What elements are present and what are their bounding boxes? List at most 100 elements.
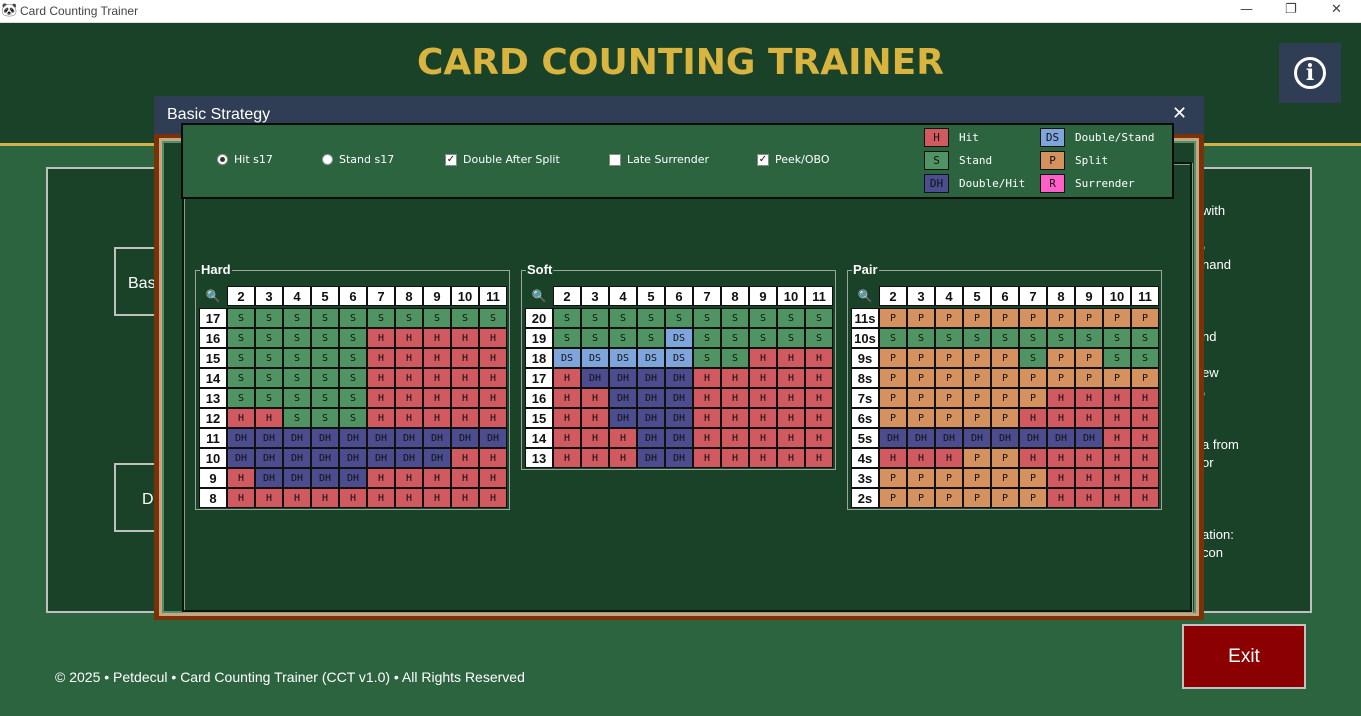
strategy-cell: S	[1131, 328, 1159, 348]
strategy-cell: P	[991, 468, 1019, 488]
legend-label: Split	[1075, 154, 1109, 167]
option-peek-obo[interactable]: ✓ Peek/OBO	[757, 153, 830, 166]
dealer-card-header: 6	[339, 286, 367, 306]
dealer-card-header: 3	[907, 286, 935, 306]
option-label: Peek/OBO	[775, 153, 830, 166]
strategy-cell: S	[255, 388, 283, 408]
strategy-cell: H	[553, 428, 581, 448]
strategy-cell: H	[1047, 448, 1075, 468]
table-row: 2s P P P P P P H H H H	[851, 488, 1159, 508]
radio-button[interactable]	[322, 154, 333, 165]
strategy-cell: P	[1047, 348, 1075, 368]
strategy-cell: DH	[665, 408, 693, 428]
strategy-cell: H	[1103, 408, 1131, 428]
strategy-cell: H	[693, 428, 721, 448]
strategy-cell: H	[1131, 388, 1159, 408]
table-row: 8s P P P P P P P P P P	[851, 368, 1159, 388]
strategy-cell: H	[1131, 428, 1159, 448]
strategy-cell: DH	[609, 408, 637, 428]
option-stand-s17[interactable]: Stand s17	[322, 153, 394, 166]
strategy-cell: DH	[609, 388, 637, 408]
strategy-cell: P	[879, 368, 907, 388]
dialog-close-button[interactable]: ✕	[1172, 104, 1187, 124]
strategy-cell: H	[227, 468, 255, 488]
option-hit-s17[interactable]: Hit s17	[217, 153, 273, 166]
strategy-cell: DH	[311, 428, 339, 448]
minimize-button[interactable]: —	[1240, 2, 1253, 17]
strategy-cell: S	[1103, 328, 1131, 348]
player-hand-label: 16	[525, 388, 553, 408]
strategy-cell: P	[907, 348, 935, 368]
player-hand-label: 7s	[851, 388, 879, 408]
checkbox[interactable]	[609, 153, 621, 166]
strategy-cell: H	[777, 448, 805, 468]
strategy-cell: S	[805, 308, 833, 328]
strategy-cell: DH	[283, 448, 311, 468]
strategy-cell: H	[721, 408, 749, 428]
strategy-cell: H	[1075, 468, 1103, 488]
strategy-cell: P	[935, 368, 963, 388]
checkbox[interactable]: ✓	[757, 153, 769, 166]
radio-button[interactable]	[217, 154, 228, 165]
strategy-cell: DH	[991, 428, 1019, 448]
window-close-button[interactable]: ✕	[1331, 2, 1342, 17]
strategy-cell: DS	[637, 348, 665, 368]
dealer-header-row: 🔍 2 3 4 5 6 7 8 9 10 11	[199, 286, 507, 306]
legend-swatch: R	[1040, 174, 1065, 193]
zoom-icon[interactable]: 🔍	[851, 286, 879, 306]
strategy-cell: H	[805, 348, 833, 368]
strategy-cell: H	[423, 488, 451, 508]
strategy-cell: P	[991, 448, 1019, 468]
legend-swatch: P	[1040, 151, 1065, 170]
strategy-cell: P	[991, 408, 1019, 428]
strategy-cell: S	[283, 388, 311, 408]
checkbox[interactable]: ✓	[445, 153, 457, 166]
player-hand-label: 4s	[851, 448, 879, 468]
table-row: 4s H H H P P H H H H H	[851, 448, 1159, 468]
strategy-cell: S	[255, 328, 283, 348]
option-label: Hit s17	[234, 153, 273, 166]
strategy-cell: S	[907, 328, 935, 348]
player-hand-label: 10	[199, 448, 227, 468]
option-double-after-split[interactable]: ✓ Double After Split	[445, 153, 560, 166]
strategy-cell: H	[777, 428, 805, 448]
background-text: nd	[1202, 329, 1217, 344]
info-button[interactable]: i	[1279, 43, 1341, 103]
strategy-cell: DH	[339, 468, 367, 488]
strategy-cell: P	[991, 308, 1019, 328]
strategy-table-pair: Pair 🔍 2 3 4 5 6 7 8 9 10 11 11s P P P P P P P P P P 10s S S S S S S S…	[847, 262, 1162, 510]
strategy-cell: S	[693, 308, 721, 328]
option-late-surrender[interactable]: Late Surrender	[609, 153, 709, 166]
dealer-card-header: 6	[665, 286, 693, 306]
strategy-cell: H	[1075, 408, 1103, 428]
strategy-cell: S	[637, 308, 665, 328]
exit-button[interactable]: Exit	[1182, 624, 1306, 689]
strategy-cell: H	[935, 448, 963, 468]
zoom-icon[interactable]: 🔍	[199, 286, 227, 306]
strategy-cell: P	[1019, 308, 1047, 328]
strategy-cell: H	[777, 408, 805, 428]
strategy-cell: S	[255, 368, 283, 388]
strategy-cell: S	[991, 328, 1019, 348]
maximize-button[interactable]: ❐	[1285, 2, 1297, 17]
strategy-cell: S	[581, 328, 609, 348]
app-icon: 🐼	[1, 3, 18, 18]
strategy-cell: H	[805, 448, 833, 468]
strategy-cell: P	[907, 408, 935, 428]
strategy-cell: H	[423, 368, 451, 388]
zoom-icon[interactable]: 🔍	[525, 286, 553, 306]
strategy-cell: P	[1019, 388, 1047, 408]
strategy-cell: H	[367, 488, 395, 508]
strategy-cell: S	[935, 328, 963, 348]
dealer-header-row: 🔍 2 3 4 5 6 7 8 9 10 11	[851, 286, 1159, 306]
dealer-card-header: 6	[991, 286, 1019, 306]
dealer-card-header: 9	[423, 286, 451, 306]
strategy-cell: S	[283, 368, 311, 388]
strategy-cell: H	[1131, 488, 1159, 508]
background-text: hand	[1202, 257, 1231, 272]
strategy-cell: H	[395, 328, 423, 348]
strategy-cell: H	[1019, 448, 1047, 468]
strategy-cell: DH	[637, 408, 665, 428]
strategy-cell: H	[395, 468, 423, 488]
strategy-cell: H	[423, 388, 451, 408]
